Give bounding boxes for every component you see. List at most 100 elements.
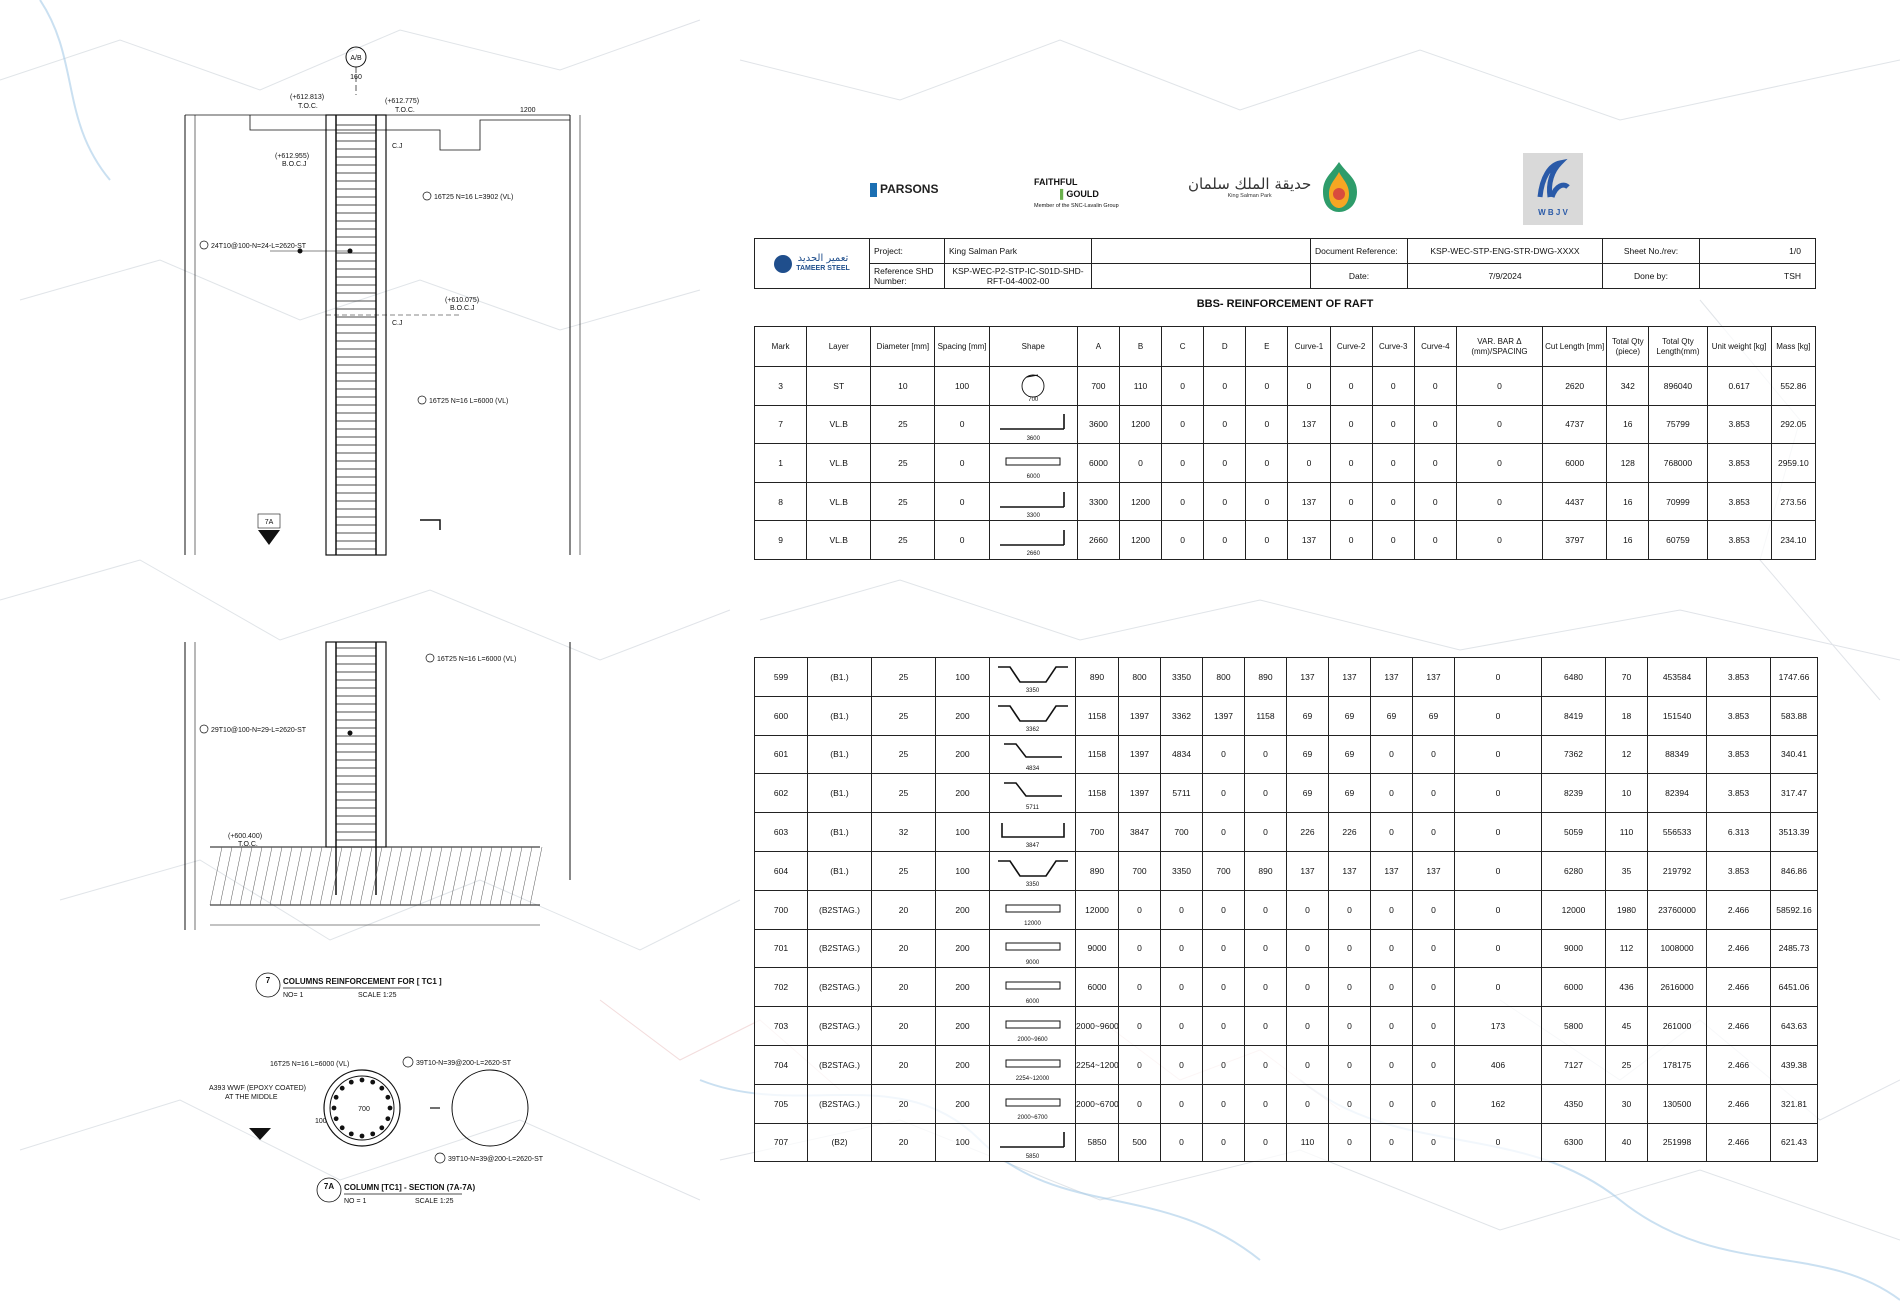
cell-b: 500 [1118,1122,1161,1163]
cell-e: 0 [1244,1006,1287,1046]
svg-text:B.O.C.J: B.O.C.J [450,305,475,312]
cell-curve-4: 0 [1412,734,1455,775]
cell-e: 0 [1245,404,1289,445]
cell-b: 0 [1118,928,1161,969]
cell-total-length: 768000 [1648,443,1708,483]
cell-c: 0 [1160,967,1203,1008]
column-header-total-qty: Total Qty (piece) [1606,326,1650,367]
table-row: 3 ST 10 100 700 700 110 0 0 0 0 0 0 0 0 2620 342 896040 0.… [753,366,1817,406]
cell-curve-1: 69 [1286,734,1329,775]
cell-total-length: 453584 [1647,657,1707,697]
cell-curve-3: 0 [1370,889,1413,930]
column-header-mark: Mark [753,326,808,367]
cell-unit-weight: 2.466 [1706,1083,1771,1124]
cell-cut-length: 8419 [1541,695,1606,736]
cell-b: 0 [1118,967,1161,1008]
table-row: 703 (B2STAG.) 20 200 2000~9600 2000~9600 0 0 0 0 0… [754,1006,1818,1046]
column-header-curve-4: Curve-4 [1413,326,1457,367]
cell-spacing: 200 [935,928,990,969]
cell-spacing: 100 [935,657,990,697]
cell-e: 0 [1245,520,1289,560]
cell-mark: 9 [753,520,808,560]
cell-cut-length: 4350 [1541,1083,1606,1124]
cell-curve-4: 0 [1412,889,1455,930]
cell-e: 0 [1245,443,1289,483]
cell-layer: (B2STAG.) [807,889,872,930]
cell-layer: (B2STAG.) [807,1006,872,1046]
cell-b: 700 [1118,850,1161,891]
cell-diameter: 20 [871,1122,936,1163]
cell-a: 3300 [1076,481,1120,522]
shape-dimension: 700 [1028,397,1039,404]
cell-spacing: 200 [935,773,990,814]
cell-d: 0 [1203,520,1247,560]
cell-unit-weight: 0.617 [1706,366,1772,406]
cell-mass: 439.38 [1770,1044,1818,1085]
cell-e: 0 [1244,734,1287,775]
svg-text:T.O.C.: T.O.C. [298,103,318,110]
cell-curve-1: 0 [1286,1083,1329,1124]
shape-cell: 12000 [989,889,1076,930]
cell-d: 0 [1202,734,1245,775]
shape-cell: 4834 [989,734,1076,775]
cell-c: 3350 [1160,657,1203,697]
column-header-d: D [1203,326,1247,367]
cell-total-length: 556533 [1647,812,1707,852]
cell-curve-2: 0 [1328,1044,1371,1085]
cell-var-bar: 0 [1455,366,1544,406]
column-header-layer: Layer [806,326,872,367]
cell-total-qty: 436 [1605,967,1648,1008]
cell-b: 0 [1118,1083,1161,1124]
svg-text:C.J: C.J [392,320,403,327]
cell-total-length: 23760000 [1647,889,1707,930]
svg-text:39T10-N=39@200-L=2620-ST: 39T10-N=39@200-L=2620-ST [448,1156,544,1163]
cell-layer: VL.B [806,520,872,560]
cell-e: 0 [1244,1044,1287,1085]
cell-unit-weight: 3.853 [1706,695,1771,736]
cell-mass: 58592.16 [1770,889,1818,930]
shape-cell: 3600 [988,404,1078,445]
cell-layer: (B1.) [807,734,872,775]
cell-curve-2: 0 [1328,1006,1371,1046]
cell-total-qty: 40 [1605,1122,1648,1163]
cell-total-qty: 30 [1605,1083,1648,1124]
cell-curve-3: 0 [1371,520,1415,560]
cell-spacing: 200 [935,1006,990,1046]
cell-mass: 6451.06 [1770,967,1818,1008]
cell-d: 0 [1202,1122,1245,1163]
cell-total-qty: 25 [1605,1044,1648,1085]
cell-e: 0 [1244,773,1287,814]
parsons-logo: PARSONS [870,182,938,197]
cell-spacing: 100 [935,850,990,891]
cell-mark: 1 [753,443,808,483]
cell-curve-4: 0 [1412,928,1455,969]
shape-cell: 2660 [988,520,1078,560]
svg-text:16T25 N=16 L=6000 (VL): 16T25 N=16 L=6000 (VL) [270,1061,349,1068]
cell-total-qty: 1980 [1605,889,1648,930]
cell-mark: 599 [754,657,808,697]
cell-unit-weight: 3.853 [1706,481,1772,522]
cell-curve-3: 0 [1370,1044,1413,1085]
cell-total-length: 896040 [1648,366,1708,406]
cell-unit-weight: 2.466 [1706,967,1771,1008]
l-bar-icon: 5850 [991,1124,1075,1161]
cell-d: 0 [1202,928,1245,969]
cell-total-length: 261000 [1647,1006,1707,1046]
cell-curve-4: 0 [1413,481,1457,522]
column-header-c: C [1161,326,1205,367]
cell-mass: 2485.73 [1770,928,1818,969]
double-cranked-bar-icon: 3350 [991,659,1075,696]
svg-text:C.J: C.J [392,143,403,150]
cell-mark: 604 [754,850,808,891]
cell-unit-weight: 3.853 [1706,657,1771,697]
svg-text:T.O.C.: T.O.C. [395,107,415,114]
cell-cut-length: 5800 [1541,1006,1606,1046]
cell-a: 2000~6700 [1075,1083,1119,1124]
cell-curve-3: 0 [1371,404,1415,445]
cell-b: 0 [1118,1006,1161,1046]
cell-total-length: 130500 [1647,1083,1707,1124]
cell-a: 700 [1075,812,1119,852]
document-header-table: تعمير الحديد TAMEER STEEL Project: King … [754,238,1816,289]
cell-unit-weight: 3.853 [1706,850,1771,891]
table-row: 1 VL.B 25 0 6000 6000 0 0 0 0 0 0 0 0 0 6000 128 768000 3.… [753,443,1817,483]
